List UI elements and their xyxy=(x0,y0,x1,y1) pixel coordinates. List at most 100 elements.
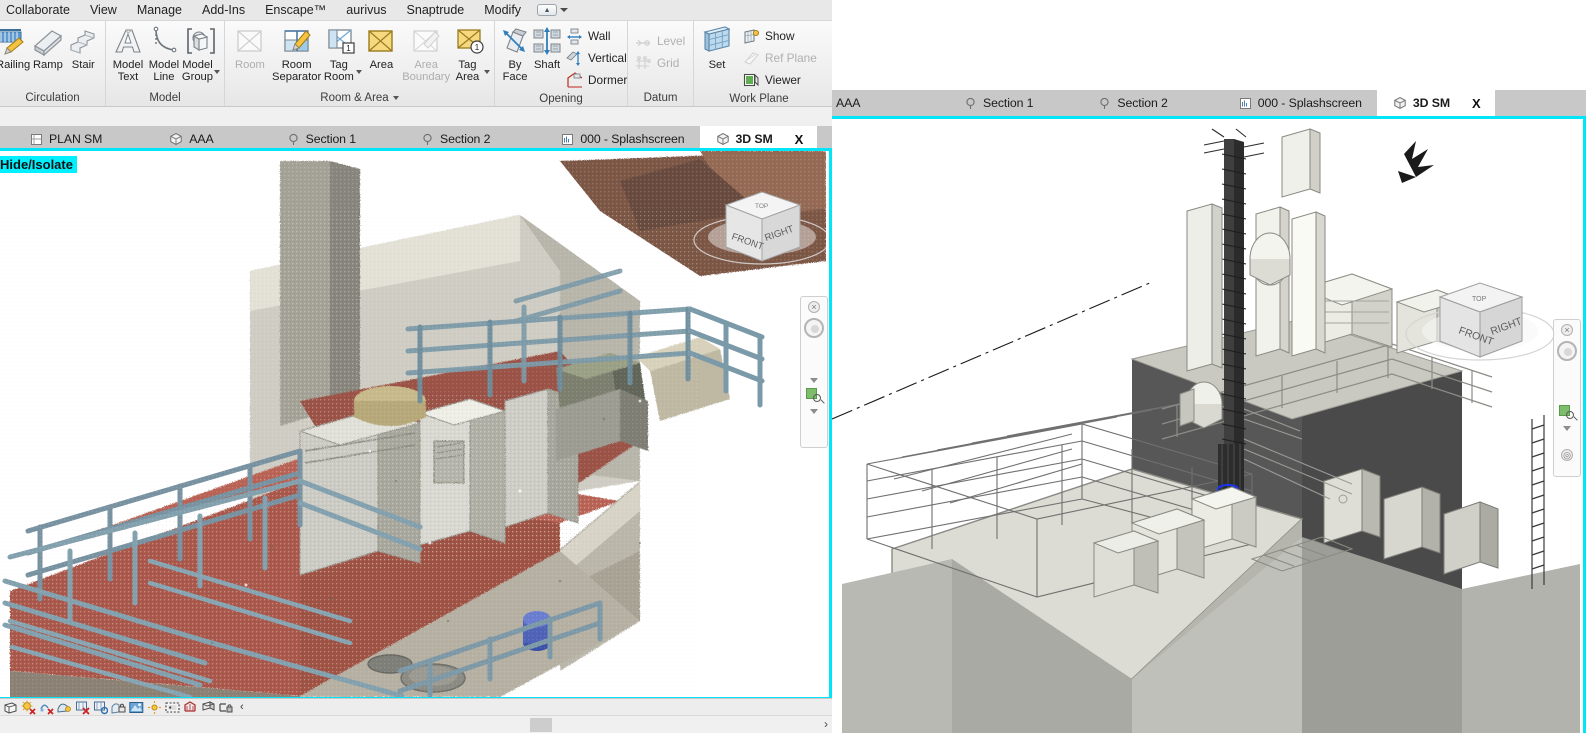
ribbon-tab-snaptrude[interactable]: Snaptrude xyxy=(397,0,475,21)
temporary-hide-isolate-icon[interactable] xyxy=(129,700,144,715)
stair-button[interactable]: Stair xyxy=(66,24,101,72)
view-tab-section-2-right[interactable]: Section 2 xyxy=(1048,90,1182,116)
constraints-off-icon[interactable] xyxy=(201,700,216,715)
dormer-opening-button[interactable]: Dormer xyxy=(563,69,630,91)
scroll-right-icon[interactable]: › xyxy=(824,717,828,731)
area-button[interactable]: Area xyxy=(362,24,400,72)
vertical-opening-button[interactable]: Vertical xyxy=(563,47,630,69)
view-tab-splashscreen-right[interactable]: 000 - Splashscreen xyxy=(1183,90,1377,116)
room-separator-button[interactable]: Room Separator xyxy=(271,24,322,83)
wall-opening-icon xyxy=(566,28,583,45)
shadows-off-icon[interactable] xyxy=(39,700,54,715)
chevron-down-icon[interactable] xyxy=(484,70,490,74)
model-line-label: Model Line xyxy=(146,60,182,83)
ribbon-panel-row[interactable]: Railing Ramp xyxy=(0,21,832,107)
model-group-label: Model Group xyxy=(182,60,213,83)
ribbon-tab-collaborate[interactable]: Collaborate xyxy=(0,0,80,21)
rendering-dialog-icon[interactable] xyxy=(57,700,72,715)
area-boundary-button[interactable]: Area Boundary xyxy=(400,24,451,83)
show-crop-region-off-icon[interactable] xyxy=(93,700,108,715)
room-separator-icon xyxy=(281,26,313,58)
expand-view-control-bar-icon[interactable]: ‹ xyxy=(240,701,244,713)
ribbon-tab-add-ins[interactable]: Add-Ins xyxy=(192,0,255,21)
zoom-icon[interactable] xyxy=(1559,405,1575,421)
point-cloud-3d-view[interactable]: Hide/Isolate xyxy=(0,148,832,700)
chevron-down-icon[interactable] xyxy=(1563,426,1571,431)
chevron-down-icon-2[interactable] xyxy=(810,409,818,414)
wall-opening-button[interactable]: Wall xyxy=(563,25,630,47)
ribbon-tab-bar[interactable]: Collaborate View Manage Add-Ins Enscape™… xyxy=(0,0,832,21)
workplane-viewer-button[interactable]: Viewer xyxy=(740,69,820,91)
horizontal-scrollbar[interactable]: › xyxy=(0,715,832,733)
close-icon[interactable]: X xyxy=(1472,96,1481,111)
ref-plane-button[interactable]: Ref Plane xyxy=(740,47,820,69)
model-group-button[interactable]: Model Group xyxy=(182,24,220,83)
shaft-button[interactable]: Shaft xyxy=(531,24,563,72)
show-workplane-button[interactable]: Show xyxy=(740,25,820,47)
panel-title-circulation: Circulation xyxy=(4,90,101,106)
ribbon-tab-view[interactable]: View xyxy=(80,0,127,21)
view-tab-section-1-right[interactable]: Section 1 xyxy=(898,90,1048,116)
orbit-icon[interactable]: ◎ xyxy=(1561,449,1573,461)
navigation-bar-right[interactable]: × ◎ xyxy=(1553,319,1581,477)
ribbon-panel-model: Model Text Model Line xyxy=(106,21,225,106)
model-text-button[interactable]: Model Text xyxy=(110,24,146,83)
chevron-down-icon[interactable] xyxy=(560,8,568,12)
view-tab-bar-right[interactable]: AAA Section 1 Section 2 000 - Splashscre… xyxy=(832,90,1586,116)
close-navbar-icon[interactable]: × xyxy=(808,301,820,313)
steering-wheel-icon[interactable] xyxy=(1557,341,1577,361)
by-face-label: By Face xyxy=(499,60,531,83)
tag-area-button[interactable]: 1 Tag Area xyxy=(452,24,490,83)
crop-region-off-icon[interactable] xyxy=(75,700,90,715)
view-tab-3d-sm-right[interactable]: 3D SM X xyxy=(1377,90,1496,116)
chevron-down-icon[interactable] xyxy=(214,70,220,74)
reveal-hidden-elements-icon[interactable] xyxy=(147,700,162,715)
navigation-bar-left[interactable]: × xyxy=(800,296,828,448)
tag-area-icon: 1 xyxy=(455,26,487,58)
view-tab-aaa-right[interactable]: AAA xyxy=(832,90,898,116)
level-button[interactable]: Level xyxy=(632,30,688,52)
panel-dialog-launcher-icon[interactable] xyxy=(393,96,399,100)
scrollbar-thumb[interactable] xyxy=(530,718,552,732)
show-constraints-icon[interactable] xyxy=(219,700,234,715)
view-tab-label: 3D SM xyxy=(1413,96,1450,110)
ribbon-tab-modify[interactable]: Modify xyxy=(474,0,531,21)
svg-text:TOP: TOP xyxy=(755,203,768,210)
set-workplane-button[interactable]: Set xyxy=(698,24,736,72)
steering-wheel-icon[interactable] xyxy=(804,318,824,338)
lock-3d-view-icon[interactable] xyxy=(111,700,126,715)
sun-path-off-icon[interactable] xyxy=(21,700,36,715)
show-workplane-label: Show xyxy=(765,29,795,43)
model-line-button[interactable]: Model Line xyxy=(146,24,182,83)
view-control-bar[interactable]: ‹ xyxy=(0,698,832,715)
close-icon[interactable]: X xyxy=(795,132,804,147)
scale-icon[interactable] xyxy=(3,700,18,715)
revit-window-right[interactable]: AAA Section 1 Section 2 000 - Splashscre… xyxy=(832,0,1586,733)
ribbon-minimize-control[interactable]: ▲ xyxy=(537,4,568,16)
ribbon-tab-manage[interactable]: Manage xyxy=(127,0,192,21)
ribbon-tab-enscape[interactable]: Enscape™ xyxy=(255,0,336,21)
room-button[interactable]: Room xyxy=(229,24,271,72)
ribbon-tab-aurivus[interactable]: aurivus xyxy=(336,0,396,21)
revit-window-left[interactable]: Collaborate View Manage Add-Ins Enscape™… xyxy=(0,0,832,733)
bim-model-graphic: FRONT RIGHT TOP xyxy=(832,119,1580,733)
zoom-icon[interactable] xyxy=(806,388,822,404)
three-d-view-icon xyxy=(169,132,183,146)
tag-room-button[interactable]: 1 Tag Room xyxy=(322,24,362,83)
bim-model-3d-view[interactable]: FRONT RIGHT TOP × ◎ xyxy=(832,116,1586,733)
railing-button[interactable]: Railing xyxy=(0,24,30,72)
collapse-ribbon-icon[interactable]: ▲ xyxy=(537,4,557,16)
svg-text:1: 1 xyxy=(347,44,352,53)
by-face-button[interactable]: By Face xyxy=(499,24,531,83)
view-tab-label: AAA xyxy=(189,132,213,146)
close-navbar-icon[interactable]: × xyxy=(1561,324,1573,336)
analytical-model-off-icon[interactable] xyxy=(183,700,198,715)
ramp-button[interactable]: Ramp xyxy=(30,24,65,72)
temporary-view-properties-icon[interactable] xyxy=(165,700,180,715)
grid-button[interactable]: Grid xyxy=(632,52,688,74)
ref-plane-label: Ref Plane xyxy=(765,51,817,65)
three-d-view-icon xyxy=(1393,96,1407,110)
panel-title-opening: Opening xyxy=(499,91,623,107)
chevron-down-icon[interactable] xyxy=(810,378,818,383)
view-tab-label: 3D SM xyxy=(736,132,773,146)
